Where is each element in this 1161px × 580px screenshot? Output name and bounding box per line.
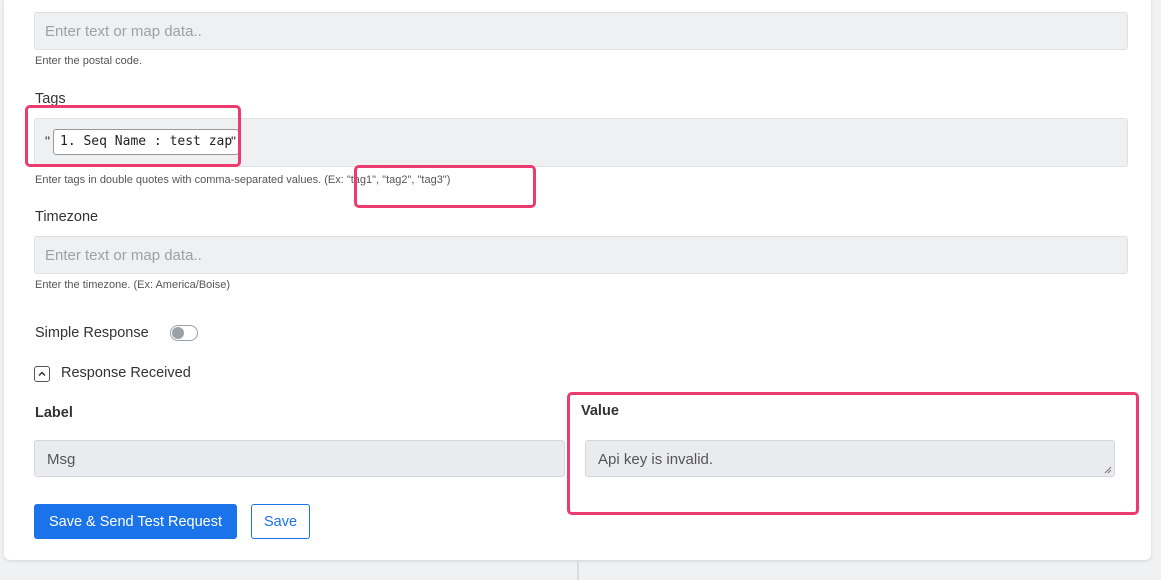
timezone-input[interactable]: Enter text or map data.. <box>34 236 1128 274</box>
collapse-button[interactable] <box>34 366 50 382</box>
simple-response-label: Simple Response <box>35 325 149 341</box>
postal-code-placeholder: Enter text or map data.. <box>45 23 202 40</box>
simple-response-toggle[interactable] <box>170 325 198 341</box>
tags-example-highlight <box>354 165 536 208</box>
timezone-help: Enter the timezone. (Ex: America/Boise) <box>35 279 231 291</box>
save-send-test-button[interactable]: Save & Send Test Request <box>34 504 237 539</box>
value-highlight <box>567 392 1139 515</box>
postal-code-help: Enter the postal code. <box>35 55 143 67</box>
timezone-label: Timezone <box>35 209 99 225</box>
postal-code-input[interactable]: Enter text or map data.. <box>34 12 1128 50</box>
chevron-up-icon <box>38 371 46 377</box>
bottom-divider <box>577 560 579 580</box>
response-label-field: Msg <box>34 440 565 477</box>
form-card: Enter text or map data.. Enter the posta… <box>4 0 1151 560</box>
tags-pill-highlight <box>25 105 241 167</box>
response-received-label: Response Received <box>61 365 191 381</box>
save-button[interactable]: Save <box>251 504 310 539</box>
response-label-text: Msg <box>47 451 76 468</box>
label-column-header: Label <box>35 405 73 421</box>
timezone-placeholder: Enter text or map data.. <box>45 247 202 264</box>
toggle-knob <box>172 327 184 339</box>
